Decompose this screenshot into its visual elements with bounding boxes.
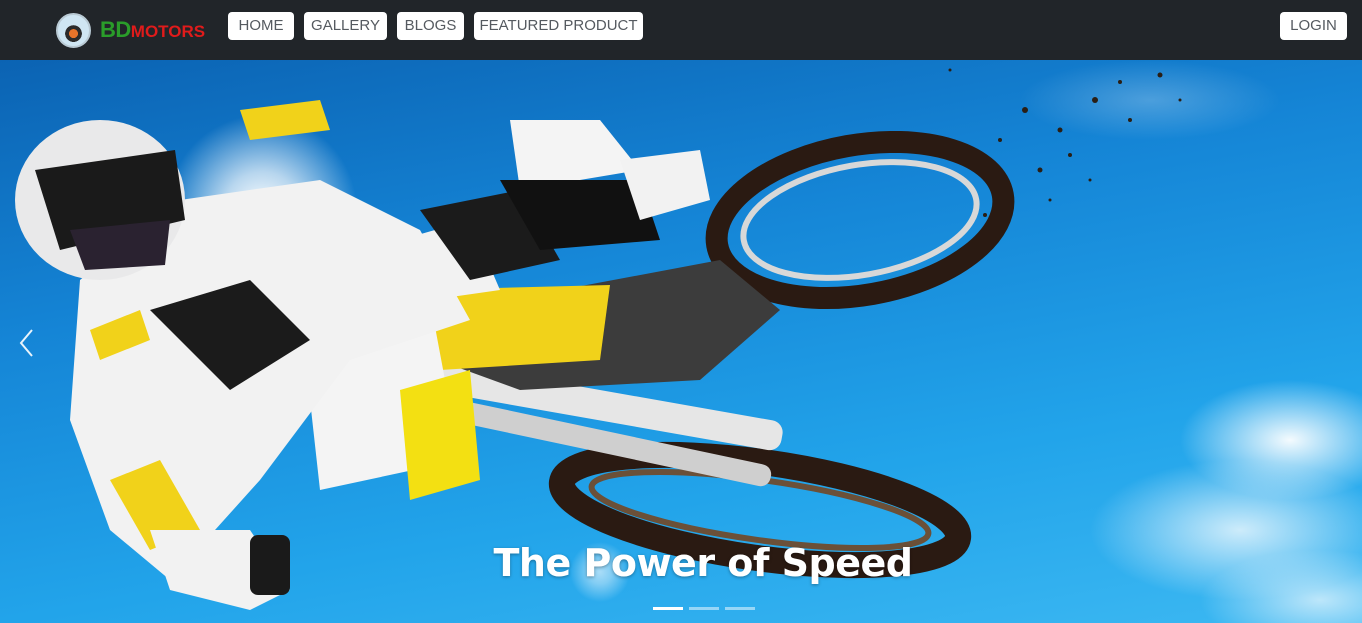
carousel-caption: The Power of Speed [493, 541, 913, 585]
brand-name-motors: MOTORS [130, 21, 206, 41]
carousel-prev-button[interactable] [18, 328, 44, 368]
brand-logo-icon [56, 12, 91, 48]
nav-featured-product-button[interactable]: FEATURED PRODUCT [474, 12, 643, 40]
chevron-left-icon [19, 329, 33, 357]
carousel-indicator-3[interactable] [725, 607, 755, 610]
carousel-indicators [653, 607, 755, 610]
nav-gallery-button[interactable]: GALLERY [304, 12, 387, 40]
hero-carousel: The Power of Speed [0, 60, 1362, 623]
carousel-indicator-2[interactable] [689, 607, 719, 610]
brand-link[interactable]: BD MOTORS [56, 12, 205, 48]
login-button[interactable]: LOGIN [1280, 12, 1347, 40]
carousel-indicator-1[interactable] [653, 607, 683, 610]
nav-blogs-button[interactable]: BLOGS [397, 12, 464, 40]
motocross-hero-image [15, 60, 1362, 623]
nav-home-button[interactable]: HOME [228, 12, 294, 40]
top-navbar: BD MOTORS HOME GALLERY BLOGS FEATURED PR… [0, 0, 1362, 60]
brand-name-bd: BD [100, 17, 131, 42]
